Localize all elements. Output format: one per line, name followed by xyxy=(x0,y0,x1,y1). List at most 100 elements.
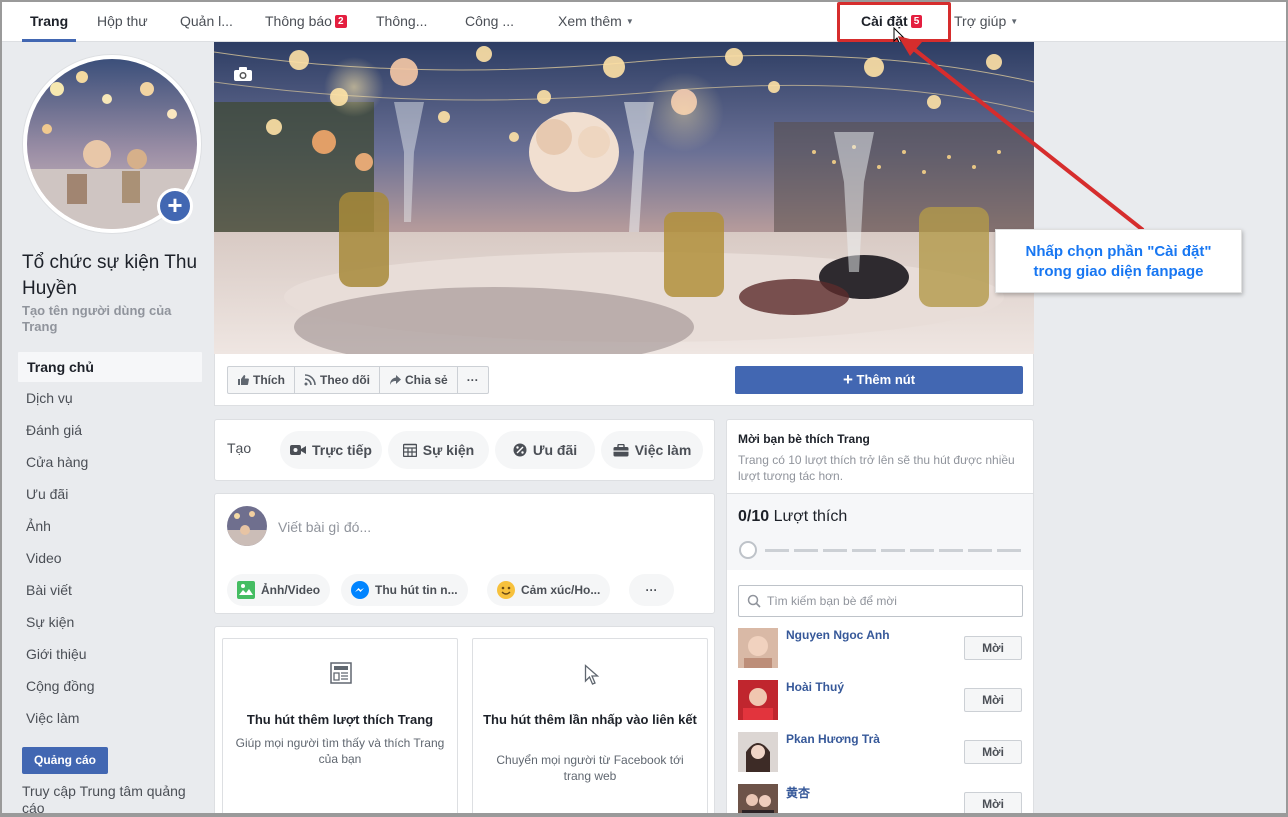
friend-search-input[interactable]: Tìm kiếm bạn bè để mời xyxy=(738,585,1023,617)
composer-more-button[interactable]: ··· xyxy=(629,574,674,606)
add-photo-button[interactable]: + xyxy=(157,188,193,224)
friend-name[interactable]: 黄杏 xyxy=(786,784,810,801)
promo-card-link-clicks[interactable]: Thu hút thêm lần nhấp vào liên kết Chuyể… xyxy=(472,638,708,817)
add-button[interactable]: + Thêm nút xyxy=(735,366,1023,394)
likes-count: 0/10 Lượt thích xyxy=(738,508,847,526)
progress-segment xyxy=(968,549,992,552)
annotation-line-1: Nhấp chọn phần "Cài đặt" xyxy=(1025,243,1212,260)
create-username-link[interactable]: Tạo tên người dùng của Trang xyxy=(22,303,207,335)
invite-friend-button[interactable]: Mời xyxy=(964,636,1022,660)
follow-label: Theo dõi xyxy=(320,373,370,387)
like-button[interactable]: Thích xyxy=(228,367,295,393)
tab-help[interactable]: Trợ giúp ▼ xyxy=(954,2,1018,42)
sidebar-item-photos[interactable]: Ảnh xyxy=(17,511,203,543)
follow-button[interactable]: Theo dõi xyxy=(295,367,380,393)
thumbs-up-icon xyxy=(238,375,249,385)
progress-start-dot xyxy=(739,541,757,559)
tab-page[interactable]: Trang xyxy=(22,2,77,42)
create-offer-button[interactable]: Ưu đãi xyxy=(495,431,595,469)
friend-search-placeholder: Tìm kiếm bạn bè để mời xyxy=(767,594,897,608)
percent-icon xyxy=(513,443,527,457)
tab-page-label: Trang xyxy=(30,13,69,29)
event-label: Sự kiện xyxy=(422,442,475,458)
feeling-activity-button[interactable]: Cảm xúc/Ho... xyxy=(487,574,611,606)
sidebar-item-reviews[interactable]: Đánh giá xyxy=(17,415,203,447)
friend-row: Nguyen Ngoc Anh Mời xyxy=(738,628,1023,672)
friend-name[interactable]: Nguyen Ngoc Anh xyxy=(786,628,890,642)
promote-button[interactable]: Quảng cáo xyxy=(22,747,108,774)
sidebar-item-home[interactable]: Trang chủ xyxy=(17,351,203,383)
tab-manage[interactable]: Quản l... xyxy=(180,2,233,42)
friend-avatar xyxy=(738,732,778,772)
sidebar-item-shop[interactable]: Cửa hàng xyxy=(17,447,203,479)
notifications-badge: 2 xyxy=(334,15,347,28)
camera-icon[interactable] xyxy=(233,66,253,82)
sidebar-item-posts[interactable]: Bài viết xyxy=(17,575,203,607)
progress-segment xyxy=(881,549,905,552)
page-action-bar: Thích Theo dõi Chia sẻ ··· + Thêm nút xyxy=(214,354,1034,406)
sidebar-item-services[interactable]: Dịch vụ xyxy=(17,383,203,415)
invite-friend-button[interactable]: Mời xyxy=(964,688,1022,712)
tab-tools[interactable]: Công ... xyxy=(465,2,514,42)
progress-segment xyxy=(794,549,818,552)
tab-tools-label: Công ... xyxy=(465,13,515,29)
friend-name[interactable]: Hoài Thuý xyxy=(786,680,844,694)
likes-current: 0/10 xyxy=(738,508,770,525)
get-messages-button[interactable]: Thu hút tin n... xyxy=(341,574,468,606)
friend-photo-image xyxy=(738,680,778,720)
pointer-icon xyxy=(584,664,600,685)
sidebar-item-community[interactable]: Cộng đồng xyxy=(17,671,203,703)
sidebar-item-events[interactable]: Sự kiện xyxy=(17,607,203,639)
invite-title: Mời bạn bè thích Trang xyxy=(738,432,870,446)
feeling-activity-label: Cảm xúc/Ho... xyxy=(521,583,601,597)
cover-photo-image xyxy=(214,42,1034,354)
calendar-icon xyxy=(402,443,417,457)
sidebar-item-jobs[interactable]: Việc làm xyxy=(17,703,203,735)
tab-inbox[interactable]: Hộp thư xyxy=(97,2,148,42)
composer-input[interactable]: Viết bài gì đó... xyxy=(278,519,371,535)
sidebar-item-videos[interactable]: Video xyxy=(17,543,203,575)
progress-segment xyxy=(765,549,789,552)
invite-friend-button[interactable]: Mời xyxy=(964,740,1022,764)
tab-manage-label: Quản l... xyxy=(180,13,233,29)
invite-friends-panel: Mời bạn bè thích Trang Trang có 10 lượt … xyxy=(726,419,1034,817)
top-navigation: Trang Hộp thư Quản l... Thông báo 2 Thông… xyxy=(2,2,1286,42)
tab-insights[interactable]: Thông... xyxy=(376,2,427,42)
create-panel: Tạo Trực tiếp Sự kiện Ưu đãi Việc làm xyxy=(214,419,715,481)
tab-help-label: Trợ giúp xyxy=(954,13,1007,29)
tab-notifications[interactable]: Thông báo 2 xyxy=(265,2,347,42)
promo-card-page-likes[interactable]: Thu hút thêm lượt thích Trang Giúp mọi n… xyxy=(222,638,458,817)
create-live-button[interactable]: Trực tiếp xyxy=(280,431,382,469)
sidebar-item-offers[interactable]: Ưu đãi xyxy=(17,479,203,511)
progress-segment xyxy=(939,549,963,552)
promo-page-likes-desc: Giúp mọi người tìm thấy và thích Trang c… xyxy=(235,736,445,766)
more-actions-button[interactable]: ··· xyxy=(458,367,488,393)
share-button[interactable]: Chia sẻ xyxy=(380,367,458,393)
progress-segment xyxy=(997,549,1021,552)
friend-photo-image xyxy=(738,732,778,772)
friend-avatar xyxy=(738,628,778,668)
ad-center-link[interactable]: Truy cập Trung tâm quảng cáo xyxy=(22,783,202,817)
tab-more[interactable]: Xem thêm ▼ xyxy=(558,2,634,42)
page-sidebar: Trang chủ Dịch vụ Đánh giá Cửa hàng Ưu đ… xyxy=(17,351,203,735)
create-job-button[interactable]: Việc làm xyxy=(601,431,703,469)
likes-label: Lượt thích xyxy=(773,508,848,525)
add-button-label: Thêm nút xyxy=(856,372,916,387)
page-actions-group: Thích Theo dõi Chia sẻ ··· xyxy=(227,366,489,394)
invite-header: Mời bạn bè thích Trang Trang có 10 lượt … xyxy=(727,420,1033,494)
like-label: Thích xyxy=(253,373,285,387)
progress-segment xyxy=(852,549,876,552)
create-event-button[interactable]: Sự kiện xyxy=(388,431,489,469)
annotation-line-2: trong giao diện fanpage xyxy=(1033,263,1204,280)
cover-photo[interactable] xyxy=(214,42,1034,354)
photo-icon xyxy=(237,581,255,599)
sidebar-item-about[interactable]: Giới thiệu xyxy=(17,639,203,671)
page-title: Tổ chức sự kiện Thu Huyền xyxy=(22,252,198,299)
live-label: Trực tiếp xyxy=(312,442,372,458)
friend-name[interactable]: Pkan Hương Trà xyxy=(786,732,880,746)
tab-insights-label: Thông... xyxy=(376,13,428,29)
photo-video-button[interactable]: Ảnh/Video xyxy=(227,574,331,606)
invite-friend-button[interactable]: Mời xyxy=(964,792,1022,816)
plus-icon: + xyxy=(842,370,853,389)
tab-notifications-label: Thông báo xyxy=(265,13,332,29)
